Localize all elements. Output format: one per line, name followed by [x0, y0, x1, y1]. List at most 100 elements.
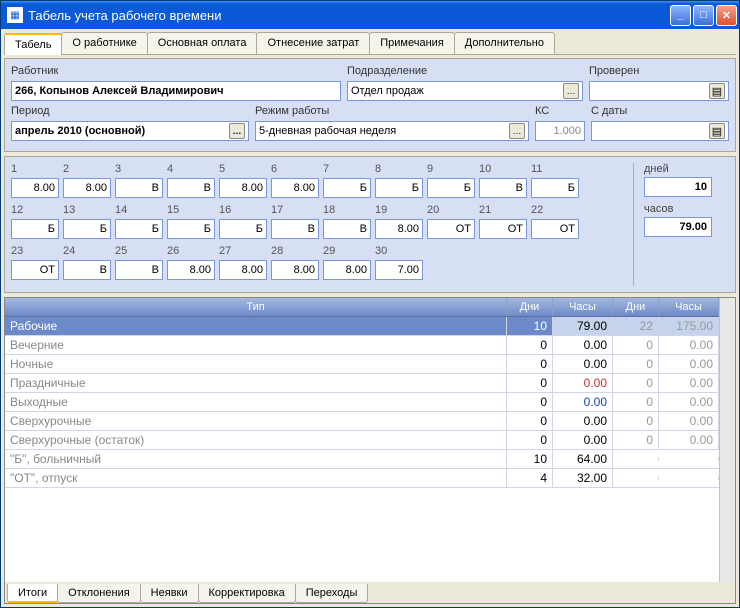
day-cell-5[interactable]: 8.00 [219, 178, 267, 198]
bottom-tab-Итоги[interactable]: Итоги [7, 584, 58, 603]
day-cell-8[interactable]: Б [375, 178, 423, 198]
table-row[interactable]: Рабочие1079.0022175.00 [5, 317, 719, 336]
day-number: 13 [63, 204, 111, 216]
checked-field[interactable]: ▤ [589, 81, 729, 101]
table-row[interactable]: Сверхурочные (остаток)00.0000.00 [5, 431, 719, 450]
dept-picker-button[interactable]: … [563, 83, 579, 99]
day-cell-14[interactable]: Б [115, 219, 163, 239]
titlebar: ▦ Табель учета рабочего времени _ □ ✕ [1, 1, 739, 29]
th-days1[interactable]: Дни [507, 298, 553, 316]
day-number: 17 [271, 204, 319, 216]
table-row[interactable]: "Б", больничный1064.00 [5, 450, 719, 469]
mode-value: 5-дневная рабочая неделя [259, 125, 396, 137]
cell-hours2: 0.00 [659, 431, 719, 449]
table-row[interactable]: Праздничные00.0000.00 [5, 374, 719, 393]
day-cell-9[interactable]: Б [427, 178, 475, 198]
window-title: Табель учета рабочего времени [28, 8, 670, 23]
day-cell-23[interactable]: ОТ [11, 260, 59, 280]
hours-total-value: 79.00 [644, 217, 712, 237]
day-cell-24[interactable]: В [63, 260, 111, 280]
dept-field[interactable]: Отдел продаж … [347, 81, 583, 101]
dept-value: Отдел продаж [351, 85, 424, 97]
from-date-field[interactable]: ▤ [591, 121, 729, 141]
day-cell-12[interactable]: Б [11, 219, 59, 239]
day-cell-11[interactable]: Б [531, 178, 579, 198]
day-cell-13[interactable]: Б [63, 219, 111, 239]
day-cell-1[interactable]: 8.00 [11, 178, 59, 198]
ks-field[interactable]: 1.000 [535, 121, 585, 141]
day-cell-20[interactable]: ОТ [427, 219, 475, 239]
bottom-tab-Неявки[interactable]: Неявки [140, 584, 199, 603]
day-cell-15[interactable]: Б [167, 219, 215, 239]
cell-type: Рабочие [5, 317, 507, 335]
cell-type: Праздничные [5, 374, 507, 392]
minimize-button[interactable]: _ [670, 5, 691, 26]
table-row[interactable]: Ночные00.0000.00 [5, 355, 719, 374]
table-row[interactable]: Вечерние00.0000.00 [5, 336, 719, 355]
cell-days2: 0 [613, 431, 659, 449]
bottom-tab-Отклонения[interactable]: Отклонения [57, 584, 141, 603]
day-cell-21[interactable]: ОТ [479, 219, 527, 239]
period-picker-button[interactable]: … [229, 123, 245, 139]
mode-label: Режим работы [255, 105, 529, 117]
cell-days2 [613, 476, 659, 480]
tab-Основная оплата[interactable]: Основная оплата [147, 32, 258, 54]
day-cell-3[interactable]: В [115, 178, 163, 198]
day-cell-7[interactable]: Б [323, 178, 371, 198]
th-hours1[interactable]: Часы [553, 298, 613, 316]
maximize-button[interactable]: □ [693, 5, 714, 26]
worker-label: Работник [11, 65, 341, 77]
th-type[interactable]: Тип [5, 298, 507, 316]
bottom-tab-Переходы[interactable]: Переходы [295, 584, 369, 603]
bottom-tab-Корректировка[interactable]: Корректировка [198, 584, 296, 603]
cell-hours2: 0.00 [659, 412, 719, 430]
day-cell-17[interactable]: В [271, 219, 319, 239]
tab-Дополнительно[interactable]: Дополнительно [454, 32, 555, 54]
day-cell-22[interactable]: ОТ [531, 219, 579, 239]
day-cell-2[interactable]: 8.00 [63, 178, 111, 198]
day-cell-28[interactable]: 8.00 [271, 260, 319, 280]
th-days2[interactable]: Дни [613, 298, 659, 316]
day-number: 22 [531, 204, 579, 216]
day-cell-19[interactable]: 8.00 [375, 219, 423, 239]
day-cell-18[interactable]: В [323, 219, 371, 239]
window: ▦ Табель учета рабочего времени _ □ ✕ Та… [0, 0, 740, 608]
from-date-label: С даты [591, 105, 729, 117]
day-cell-16[interactable]: Б [219, 219, 267, 239]
day-cell-27[interactable]: 8.00 [219, 260, 267, 280]
day-cell-6[interactable]: 8.00 [271, 178, 319, 198]
cell-hours1: 64.00 [553, 450, 613, 468]
day-number: 24 [63, 245, 111, 257]
mode-field[interactable]: 5-дневная рабочая неделя … [255, 121, 529, 141]
scrollbar[interactable] [719, 298, 735, 582]
tab-О работнике[interactable]: О работнике [61, 32, 147, 54]
day-cell-25[interactable]: В [115, 260, 163, 280]
table-row[interactable]: "ОТ", отпуск432.00 [5, 469, 719, 488]
tab-Примечания[interactable]: Примечания [369, 32, 455, 54]
day-cell-29[interactable]: 8.00 [323, 260, 371, 280]
close-button[interactable]: ✕ [716, 5, 737, 26]
table-row[interactable]: Выходные00.0000.00 [5, 393, 719, 412]
from-date-calendar-button[interactable]: ▤ [709, 123, 725, 139]
cell-days1: 0 [507, 393, 553, 411]
table-row[interactable]: Сверхурочные00.0000.00 [5, 412, 719, 431]
day-cell-26[interactable]: 8.00 [167, 260, 215, 280]
cell-type: Сверхурочные (остаток) [5, 431, 507, 449]
worker-field[interactable]: 266, Копынов Алексей Владимирович [11, 81, 341, 101]
cell-days1: 0 [507, 336, 553, 354]
tab-Отнесение затрат[interactable]: Отнесение затрат [256, 32, 370, 54]
day-cell-30[interactable]: 7.00 [375, 260, 423, 280]
period-field[interactable]: апрель 2010 (основной) … [11, 121, 249, 141]
summary-table: Тип Дни Часы Дни Часы Рабочие1079.002217… [4, 297, 736, 604]
checked-calendar-button[interactable]: ▤ [709, 83, 725, 99]
cell-hours1: 0.00 [553, 355, 613, 373]
cell-hours1: 0.00 [553, 374, 613, 392]
day-number: 25 [115, 245, 163, 257]
days-total-value: 10 [644, 177, 712, 197]
day-cell-10[interactable]: В [479, 178, 527, 198]
th-hours2[interactable]: Часы [659, 298, 719, 316]
day-cell-4[interactable]: В [167, 178, 215, 198]
tab-Табель[interactable]: Табель [4, 33, 62, 55]
day-number: 9 [427, 163, 475, 175]
mode-picker-button[interactable]: … [509, 123, 525, 139]
